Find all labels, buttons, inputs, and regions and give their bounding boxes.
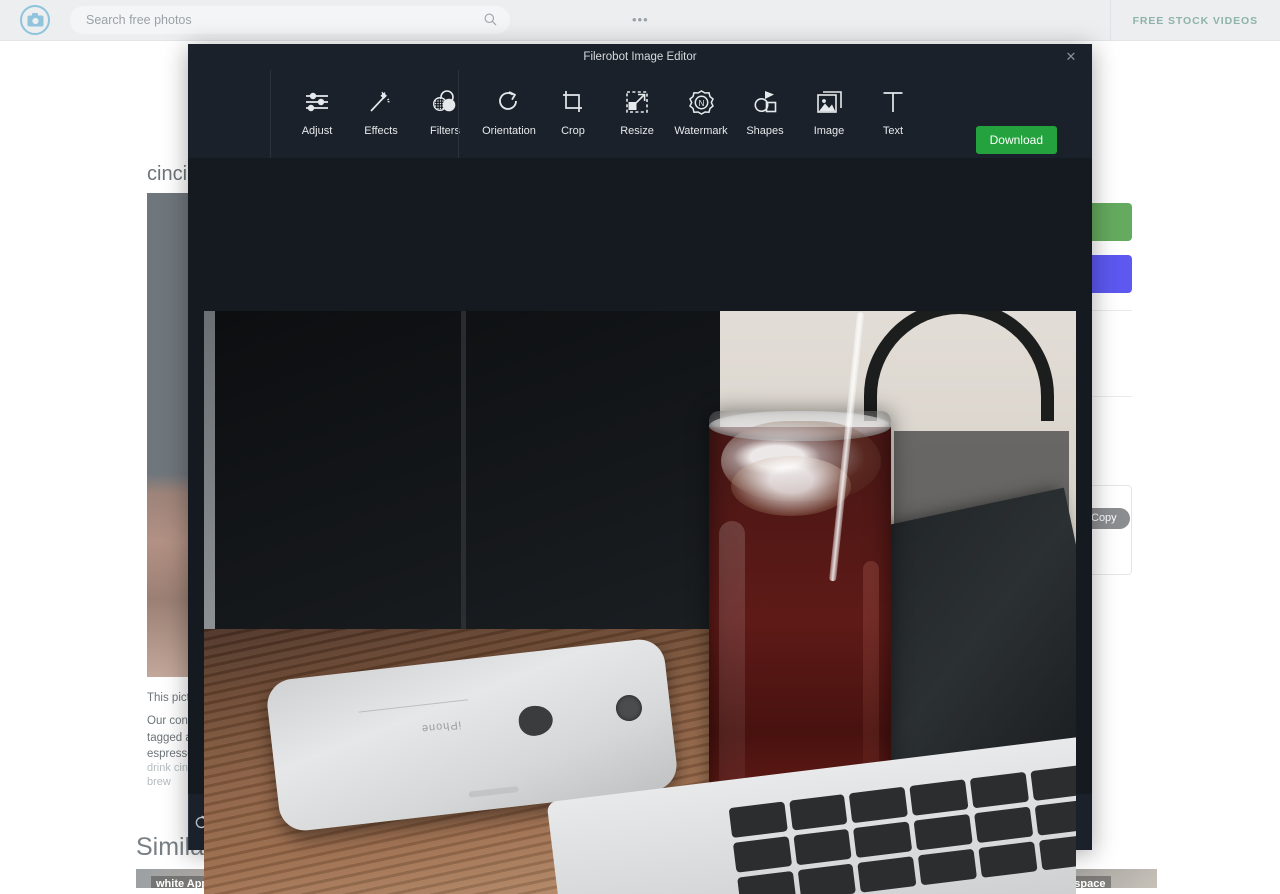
header-more-menu[interactable]: ••• xyxy=(632,14,649,26)
download-button[interactable]: Download xyxy=(976,126,1057,154)
tool-label: Watermark xyxy=(674,125,727,137)
camera-glyph xyxy=(27,13,44,27)
tool-label: Resize xyxy=(620,125,654,137)
text-t-icon xyxy=(882,86,904,118)
tool-filters[interactable]: Filters xyxy=(413,70,477,137)
tool-list: Adjust Effects xyxy=(270,70,925,158)
magic-wand-icon xyxy=(368,86,394,118)
site-header: ••• FREE STOCK VIDEOS xyxy=(0,0,1280,41)
tool-label: Filters xyxy=(430,125,460,137)
tool-label: Shapes xyxy=(746,125,783,137)
editor-canvas[interactable]: iPhone xyxy=(188,158,1092,794)
search-input[interactable] xyxy=(70,7,470,33)
tool-image[interactable]: Image xyxy=(797,70,861,137)
close-icon[interactable]: ✕ xyxy=(1064,49,1078,64)
free-stock-videos-link[interactable]: FREE STOCK VIDEOS xyxy=(1133,15,1258,27)
tool-shapes[interactable]: Shapes xyxy=(733,70,797,137)
header-right-nav: FREE STOCK VIDEOS xyxy=(1110,0,1280,41)
tool-label: Text xyxy=(883,125,903,137)
tool-label: Effects xyxy=(364,125,397,137)
tool-label: Adjust xyxy=(302,125,333,137)
tool-resize[interactable]: Resize xyxy=(605,70,669,137)
modal-title: Filerobot Image Editor xyxy=(583,51,696,63)
sliders-icon xyxy=(304,86,330,118)
crop-icon xyxy=(561,86,585,118)
tool-label: Crop xyxy=(561,125,585,137)
modal-titlebar: Filerobot Image Editor ✕ xyxy=(188,44,1092,70)
camera-icon[interactable] xyxy=(20,5,50,35)
watermark-badge-icon: N xyxy=(689,86,714,118)
tool-crop[interactable]: Crop xyxy=(541,70,605,137)
tag-list[interactable]: drink cin brew xyxy=(147,761,188,790)
filerobot-image-editor-modal: Filerobot Image Editor ✕ Adjust xyxy=(188,44,1092,850)
tool-label: Orientation xyxy=(482,125,536,137)
tool-text[interactable]: Text xyxy=(861,70,925,137)
search-icon[interactable] xyxy=(484,13,497,26)
tool-effects[interactable]: Effects xyxy=(349,70,413,137)
shapes-icon xyxy=(753,86,778,118)
tool-watermark[interactable]: N Watermark xyxy=(669,70,733,137)
tool-orientation[interactable]: Orientation xyxy=(477,70,541,137)
tool-label: Image xyxy=(814,125,845,137)
image-icon xyxy=(817,86,842,118)
canvas-image[interactable]: iPhone xyxy=(204,311,1076,894)
tool-adjust[interactable]: Adjust xyxy=(285,70,349,137)
editor-toolbar: Adjust Effects xyxy=(188,70,1092,158)
search-box[interactable] xyxy=(70,6,510,34)
rotate-clockwise-icon xyxy=(497,86,521,118)
filters-circles-icon xyxy=(432,86,458,118)
description-paragraph-2: Our cont tagged a espresso xyxy=(147,713,194,763)
resize-arrow-icon xyxy=(625,86,649,118)
toolbar-divider xyxy=(458,70,459,158)
svg-text:N: N xyxy=(698,99,704,108)
